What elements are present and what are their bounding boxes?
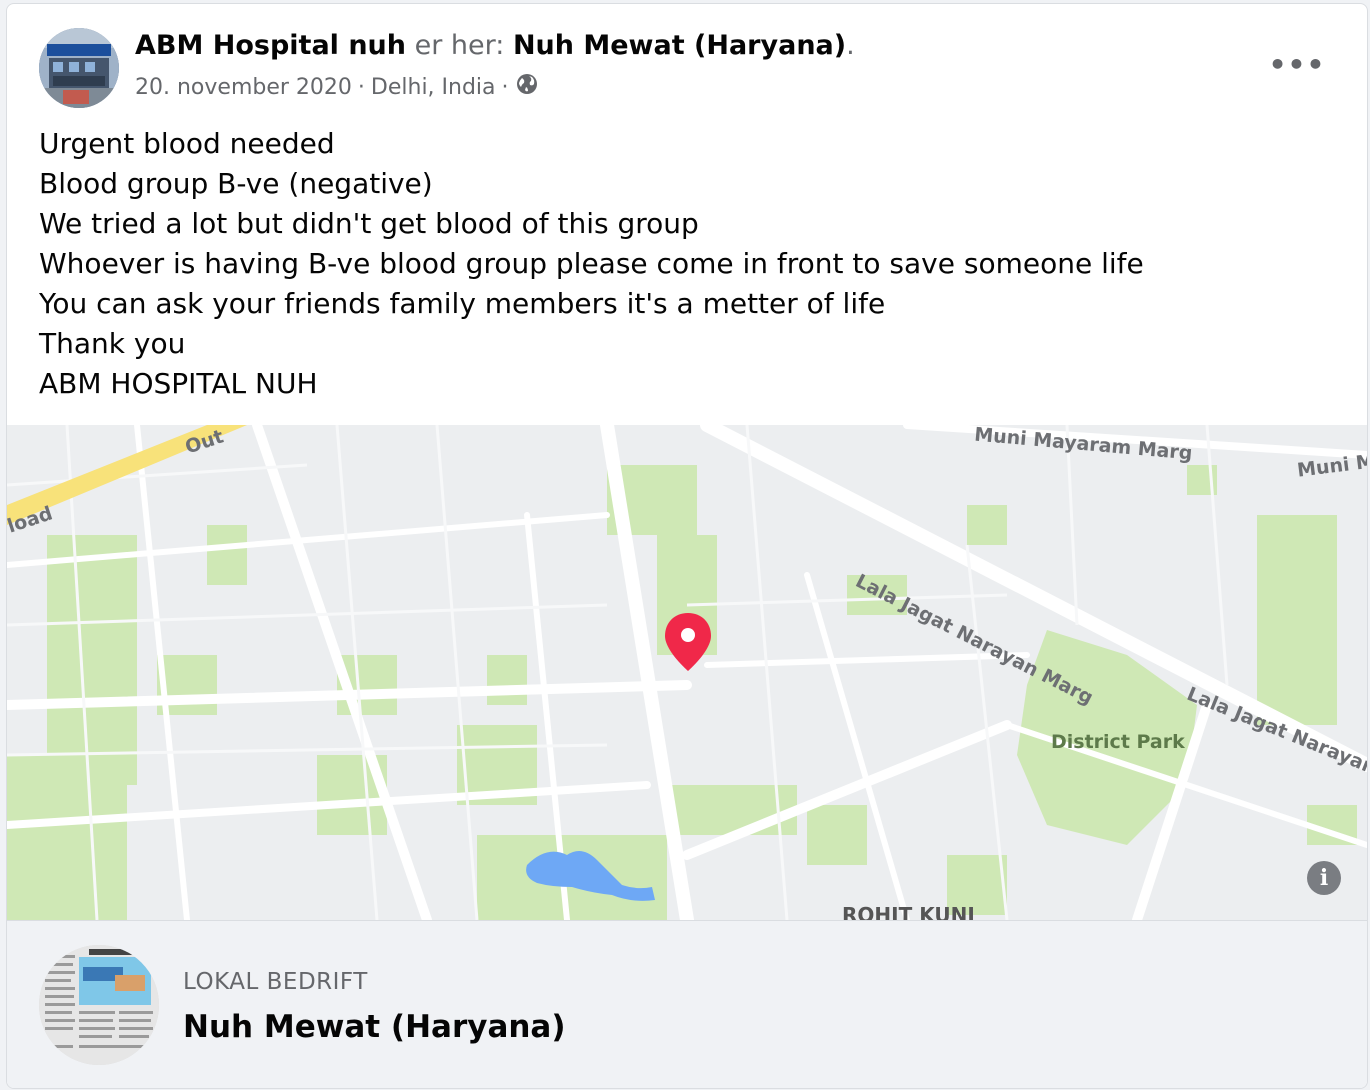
location-map[interactable]: Muni Mayaram Marg Muni M Lala Jagat Nara… bbox=[7, 425, 1367, 920]
post-card: ABM Hospital nuh er her: Nuh Mewat (Hary… bbox=[6, 3, 1368, 1089]
place-name[interactable]: Nuh Mewat (Haryana) bbox=[183, 1009, 566, 1045]
map-graphic bbox=[7, 425, 1367, 920]
message-line: Blood group B-ve (negative) bbox=[39, 167, 433, 200]
place-attachment[interactable]: LOKAL BEDRIFT Nuh Mewat (Haryana) bbox=[7, 920, 1367, 1088]
message-line: We tried a lot but didn't get blood of t… bbox=[39, 207, 699, 240]
author-name[interactable]: ABM Hospital nuh bbox=[135, 30, 406, 61]
message-line: You can ask your friends family members … bbox=[39, 287, 886, 320]
map-label-area: ROHIT KUNJ bbox=[842, 903, 975, 920]
place-thumbnail[interactable] bbox=[39, 945, 159, 1065]
post-header: ABM Hospital nuh er her: Nuh Mewat (Hary… bbox=[7, 4, 1367, 114]
map-info-icon[interactable]: i bbox=[1307, 861, 1341, 895]
post-date[interactable]: 20. november 2020 bbox=[135, 75, 352, 100]
place-category: LOKAL BEDRIFT bbox=[183, 969, 368, 995]
message-line: Urgent blood needed bbox=[39, 127, 335, 160]
map-label-park: District Park bbox=[1051, 731, 1185, 753]
author-line: ABM Hospital nuh er her: Nuh Mewat (Hary… bbox=[135, 30, 855, 61]
checkin-connector: er her: bbox=[414, 30, 505, 61]
message-line: Whoever is having B-ve blood group pleas… bbox=[39, 247, 1144, 280]
more-options-icon[interactable]: ••• bbox=[1269, 44, 1325, 84]
globe-icon[interactable] bbox=[515, 72, 539, 102]
post-meta: 20. november 2020 · Delhi, India · bbox=[135, 72, 539, 102]
message-line: Thank you bbox=[39, 327, 186, 360]
message-line: ABM HOSPITAL NUH bbox=[39, 367, 318, 400]
hospital-building-image bbox=[39, 28, 119, 108]
meta-separator: · bbox=[357, 74, 365, 100]
newspaper-clipping-image bbox=[39, 945, 159, 1065]
author-line-period: . bbox=[846, 30, 855, 61]
meta-separator: · bbox=[501, 74, 509, 100]
checkin-place[interactable]: Nuh Mewat (Haryana) bbox=[513, 30, 846, 61]
post-message: Urgent blood needed Blood group B-ve (ne… bbox=[39, 124, 1144, 404]
post-location[interactable]: Delhi, India bbox=[371, 75, 496, 100]
author-avatar[interactable] bbox=[39, 28, 119, 108]
